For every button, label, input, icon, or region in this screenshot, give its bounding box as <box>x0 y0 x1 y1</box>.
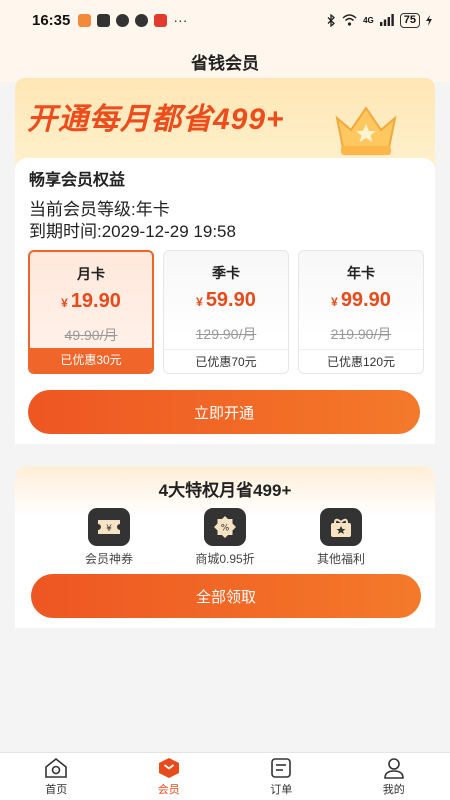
page-header: 省钱会员 <box>0 40 450 82</box>
system-icons: 4G 75 <box>327 12 432 28</box>
plan-original-price: 49.90/月 <box>64 327 118 343</box>
nav-home[interactable]: 首页 <box>0 753 113 800</box>
member-icon <box>158 757 179 778</box>
plan-original-price: 129.90/月 <box>195 326 257 342</box>
plan-discount: 已优惠70元 <box>164 349 288 373</box>
membership-expiry: 到期时间:2029-12-29 19:58 <box>29 222 236 241</box>
discount-icon: % <box>204 508 246 546</box>
svg-text:¥: ¥ <box>106 524 112 534</box>
plan-discount: 已优惠30元 <box>30 348 152 372</box>
nav-label: 订单 <box>270 783 293 796</box>
wifi-icon <box>342 14 357 26</box>
shop-notification-icon <box>154 13 168 27</box>
bottom-navigation: 首页 会员 订单 我的 <box>0 752 450 800</box>
nav-label: 首页 <box>45 783 68 796</box>
privilege-other[interactable]: 其他福利 <box>291 508 391 567</box>
plan-name: 季卡 <box>212 265 240 281</box>
privilege-coupon[interactable]: ¥ 会员神券 <box>59 508 159 567</box>
chat-notification-icon <box>116 13 130 27</box>
app-notification-icon <box>78 13 92 27</box>
gift-icon <box>320 508 362 546</box>
plan-quarterly[interactable]: 季卡 ¥59.90 129.90/月 已优惠70元 <box>163 250 289 374</box>
home-icon <box>45 757 68 778</box>
claim-all-button[interactable]: 全部领取 <box>31 574 421 618</box>
profile-icon <box>383 757 404 779</box>
privilege-list: ¥ 会员神券 % 商城0.95折 其他福利 <box>15 508 435 567</box>
message-notification-icon <box>135 13 149 27</box>
plan-original-price: 219.90/月 <box>330 326 392 342</box>
network-type: 4G <box>363 15 374 25</box>
svg-text:%: % <box>221 524 230 534</box>
privileges-card: 4大特权月省499+ ¥ 会员神券 % 商城0.95折 其他福利 全部领取 <box>15 466 435 628</box>
plan-discount: 已优惠120元 <box>299 349 423 373</box>
plan-price: ¥19.90 <box>61 290 121 312</box>
plan-yearly[interactable]: 年卡 ¥99.90 219.90/月 已优惠120元 <box>298 250 424 374</box>
plan-price: ¥59.90 <box>196 289 256 311</box>
nav-orders[interactable]: 订单 <box>225 753 338 800</box>
nav-member[interactable]: 会员 <box>113 753 226 800</box>
plan-monthly[interactable]: 月卡 ¥19.90 49.90/月 已优惠30元 <box>28 250 154 374</box>
open-membership-button[interactable]: 立即开通 <box>28 390 420 434</box>
charging-icon <box>426 14 432 26</box>
crown-icon <box>335 106 397 155</box>
more-notifications-icon: ··· <box>173 12 188 28</box>
plan-name: 年卡 <box>347 265 375 281</box>
privilege-label: 会员神券 <box>84 552 133 566</box>
nav-label: 我的 <box>382 783 405 796</box>
bluetooth-icon <box>327 13 336 27</box>
nav-label: 会员 <box>157 783 180 796</box>
privilege-discount[interactable]: % 商城0.95折 <box>175 508 275 567</box>
status-time: 16:35 <box>32 11 71 29</box>
page-title: 省钱会员 <box>191 53 259 73</box>
battery-indicator: 75 <box>399 12 420 28</box>
plan-name: 月卡 <box>77 266 105 282</box>
privilege-label: 商城0.95折 <box>195 552 255 566</box>
membership-title: 畅享会员权益 <box>29 172 126 189</box>
status-bar: 16:35 ··· 4G 75 <box>0 0 450 40</box>
signal-icon <box>379 14 394 26</box>
coupon-icon: ¥ <box>88 508 130 546</box>
banner-slogan: 开通每月都省499+ <box>27 103 285 136</box>
privileges-title: 4大特权月省499+ <box>158 481 292 500</box>
notification-icons: ··· <box>78 12 187 28</box>
membership-card: 畅享会员权益 当前会员等级:年卡 到期时间:2029-12-29 19:58 月… <box>15 158 435 444</box>
upload-notification-icon <box>97 13 111 27</box>
privilege-label: 其他福利 <box>316 552 365 566</box>
plan-price: ¥99.90 <box>331 289 391 311</box>
plan-options: 月卡 ¥19.90 49.90/月 已优惠30元 季卡 ¥59.90 129.9… <box>28 250 424 374</box>
nav-profile[interactable]: 我的 <box>338 753 450 800</box>
order-icon <box>271 757 292 778</box>
